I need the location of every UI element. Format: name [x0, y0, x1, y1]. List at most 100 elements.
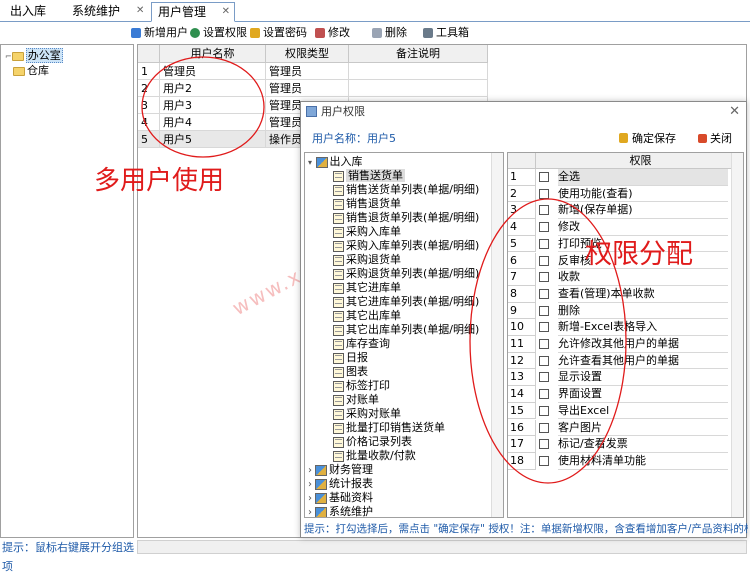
document-icon	[333, 254, 344, 266]
tree-item-warehouse[interactable]: 仓库	[13, 64, 49, 78]
close-icon[interactable]: ✕	[136, 5, 144, 16]
user-name-display: 用户名称：用户5	[312, 130, 396, 146]
plus-icon	[131, 28, 141, 38]
expand-icon[interactable]: ›	[308, 465, 312, 476]
tree-item[interactable]: 采购退货单列表(单据/明细)	[333, 267, 479, 281]
close-icon[interactable]: ✕	[222, 3, 230, 21]
modify-label: 修改	[328, 26, 350, 39]
user-name-value: 用户5	[367, 132, 396, 145]
column-header-permission: 权限	[536, 153, 743, 169]
tree-group[interactable]: › 统计报表	[308, 477, 373, 491]
tree-group-label: 出入库	[329, 155, 363, 168]
set-permission-button[interactable]: 设置权限	[190, 25, 247, 41]
tree-item-label: 日报	[346, 351, 368, 364]
permission-label: 全选	[558, 169, 728, 186]
document-icon	[333, 170, 344, 182]
annotation-multi-user: 多用户使用	[94, 166, 225, 196]
tree-group-label: 财务管理	[329, 463, 373, 476]
tree-item[interactable]: 图表	[333, 365, 368, 379]
status-tip: 提示：鼠标右键展开分组选项	[2, 541, 134, 573]
tree-item-label: 采购退货单列表(单据/明细)	[346, 267, 480, 280]
tree-item-label: 采购退货单	[346, 253, 401, 266]
expand-icon[interactable]: ›	[308, 493, 312, 504]
document-icon	[333, 324, 344, 336]
toolbox-icon	[423, 28, 433, 38]
tree-item[interactable]: 批量收款/付款	[333, 449, 416, 463]
cell-permission-type: 管理员	[266, 63, 349, 80]
set-password-button[interactable]: 设置密码	[250, 25, 307, 41]
tree-item[interactable]: 销售送货单列表(单据/明细)	[333, 183, 479, 197]
expand-icon[interactable]: ›	[308, 507, 312, 517]
set-password-label: 设置密码	[263, 26, 307, 39]
tab-stock[interactable]: 出入库	[4, 2, 52, 22]
tree-item[interactable]: 其它出库单	[333, 309, 401, 323]
tree-item-label: 采购入库单	[346, 225, 401, 238]
tab-system[interactable]: 系统维护	[66, 2, 126, 22]
document-icon	[333, 240, 344, 252]
tree-item[interactable]: 销售送货单	[333, 169, 405, 183]
document-icon	[333, 436, 344, 448]
tree-item[interactable]: 标签打印	[333, 379, 390, 393]
tree-item-office[interactable]: ⌐ 办公室	[5, 48, 63, 63]
module-icon	[315, 506, 327, 517]
tree-item[interactable]: 销售退货单	[333, 197, 401, 211]
document-icon	[333, 380, 344, 392]
delete-label: 删除	[385, 26, 407, 39]
tree-item[interactable]: 采购入库单	[333, 225, 401, 239]
tree-item[interactable]: 其它进库单列表(单据/明细)	[333, 295, 479, 309]
tab-user-management[interactable]: 用户管理 ✕	[151, 2, 235, 22]
tree-item-label: 销售送货单	[346, 169, 405, 182]
close-icon[interactable]: ✕	[729, 104, 740, 119]
permission-checkbox[interactable]	[539, 172, 549, 182]
tree-item[interactable]: 其它进库单	[333, 281, 401, 295]
document-icon	[333, 450, 344, 462]
edit-icon	[315, 28, 325, 38]
document-icon	[333, 394, 344, 406]
tree-item[interactable]: 价格记录列表	[333, 435, 412, 449]
document-icon	[333, 422, 344, 434]
user-name-label: 用户名称：	[312, 132, 367, 145]
tree-item-label: 其它进库单列表(单据/明细)	[346, 295, 480, 308]
expand-icon[interactable]: ›	[308, 479, 312, 490]
cell-note	[349, 63, 488, 80]
modify-button[interactable]: 修改	[315, 25, 350, 41]
tree-group[interactable]: › 基础资料	[308, 491, 373, 505]
horizontal-scrollbar[interactable]	[137, 540, 747, 554]
tree-item[interactable]: 日报	[333, 351, 368, 365]
group-tree[interactable]: ⌐ 办公室 仓库	[0, 44, 134, 538]
tree-item-label: 批量打印销售送货单	[346, 421, 445, 434]
tree-item[interactable]: 批量打印销售送货单	[333, 421, 445, 435]
column-header-type[interactable]: 权限类型	[266, 45, 349, 63]
power-icon	[698, 133, 707, 143]
tab-label: 用户管理	[158, 5, 207, 19]
close-button[interactable]: 关闭	[698, 130, 732, 146]
tree-group[interactable]: › 财务管理	[308, 463, 373, 477]
column-header-note[interactable]: 备注说明	[349, 45, 488, 63]
tree-item[interactable]: 对账单	[333, 393, 379, 407]
permission-row[interactable]: 1 全选	[508, 169, 743, 186]
cell-permission-type: 管理员	[266, 80, 349, 97]
annotation-ellipse-users	[141, 56, 265, 158]
document-icon	[333, 198, 344, 210]
add-user-button[interactable]: 新增用户	[131, 25, 188, 41]
dialog-tip: 提示：打勾选择后，需点击 "确定保存" 授权！注：单据新增权限，含查看增加客户/…	[304, 523, 748, 535]
vertical-scrollbar[interactable]	[731, 153, 743, 517]
tree-item[interactable]: 采购入库单列表(单据/明细)	[333, 239, 479, 253]
module-icon	[315, 478, 327, 490]
tree-item[interactable]: 采购退货单	[333, 253, 401, 267]
confirm-save-button[interactable]: 确定保存	[619, 130, 676, 146]
toolbox-button[interactable]: 工具箱	[423, 25, 469, 41]
tree-group-stock[interactable]: ▾ 出入库	[308, 155, 363, 169]
document-icon	[333, 310, 344, 322]
tree-item[interactable]: 其它出库单列表(单据/明细)	[333, 323, 479, 337]
tree-item[interactable]: 库存查询	[333, 337, 390, 351]
document-icon	[333, 268, 344, 280]
trash-icon	[372, 28, 382, 38]
tree-item[interactable]: 采购对账单	[333, 407, 401, 421]
document-icon	[333, 212, 344, 224]
tree-item-label: 图表	[346, 365, 368, 378]
tree-item-label: 其它出库单	[346, 309, 401, 322]
tree-item[interactable]: 销售退货单列表(单据/明细)	[333, 211, 479, 225]
tree-group[interactable]: › 系统维护	[308, 505, 373, 517]
delete-button[interactable]: 删除	[372, 25, 407, 41]
